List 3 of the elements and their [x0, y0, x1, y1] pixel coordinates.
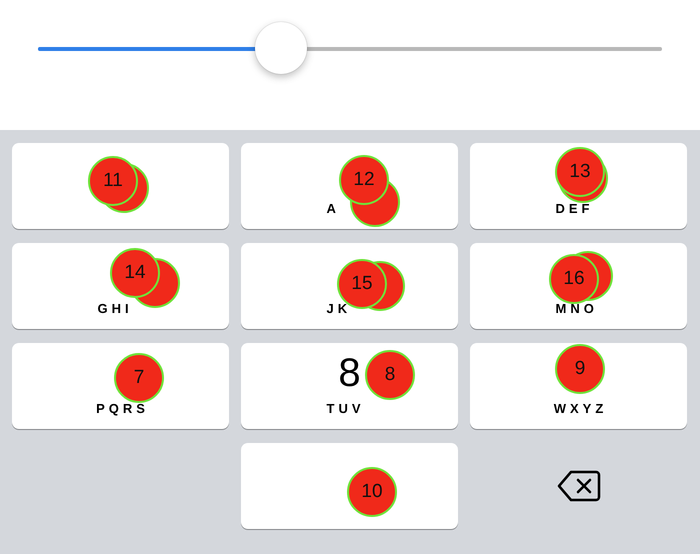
slider-thumb[interactable]	[255, 22, 308, 74]
keypad-key[interactable]	[241, 443, 458, 529]
backspace-icon[interactable]	[556, 470, 600, 502]
